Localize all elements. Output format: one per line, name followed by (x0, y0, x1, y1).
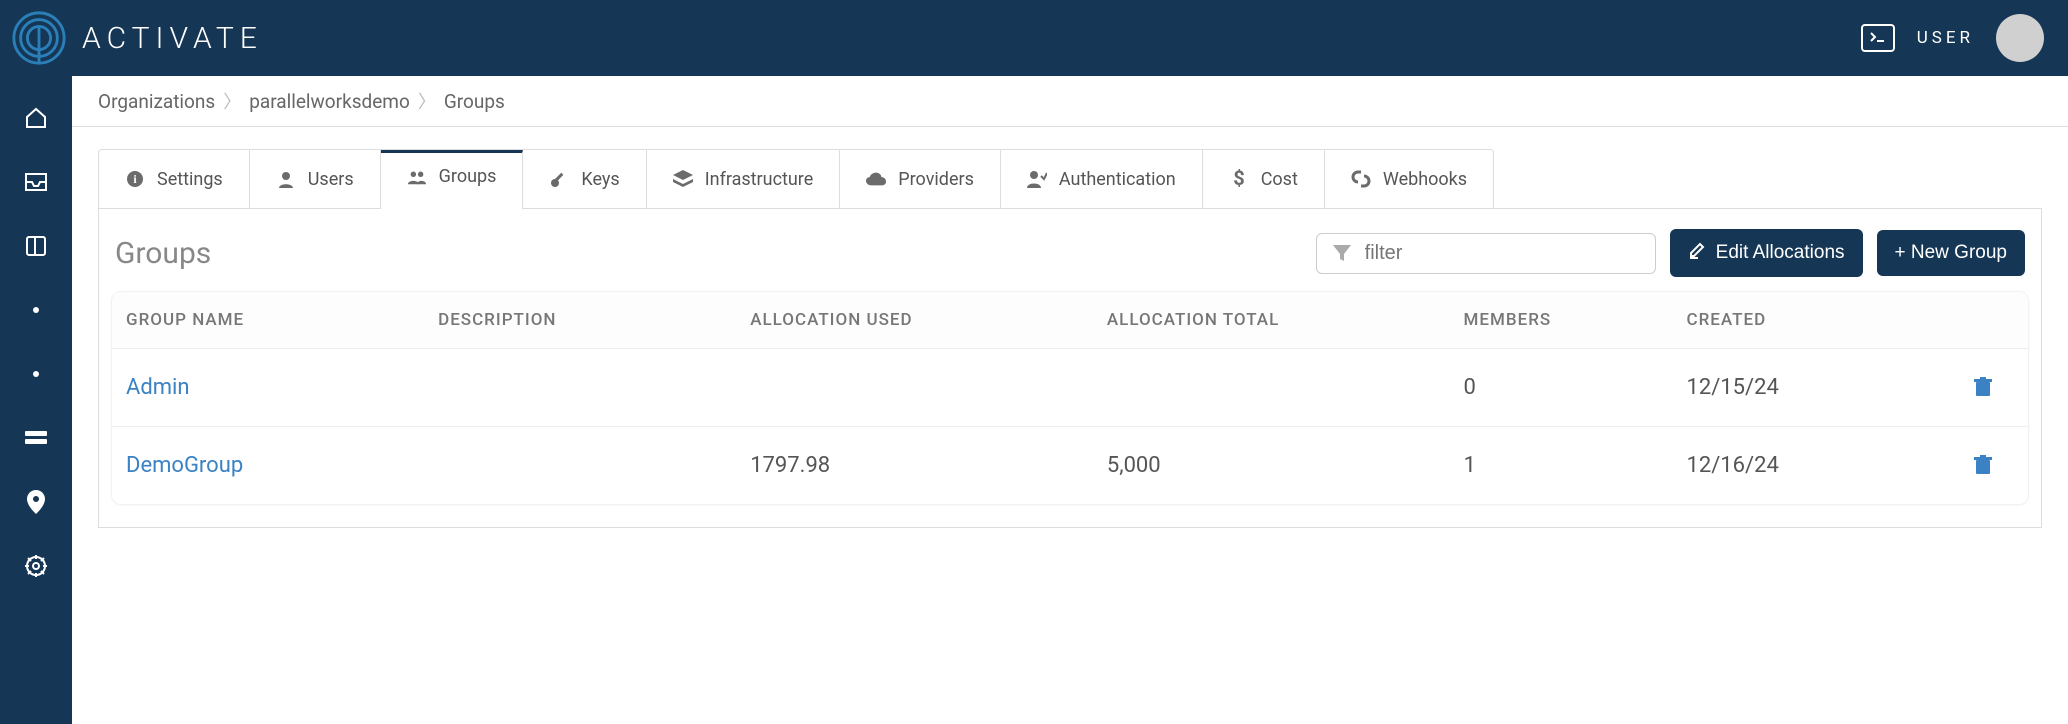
tab-groups[interactable]: Groups (381, 150, 524, 209)
table-header: GROUP NAME DESCRIPTION ALLOCATION USED A… (112, 292, 2028, 348)
user-label: USER (1917, 28, 1974, 48)
cell-members: 1 (1464, 453, 1687, 478)
sidebar (0, 76, 72, 724)
topbar-right: USER (1861, 14, 2044, 62)
link-icon (1351, 169, 1371, 189)
group-link[interactable]: Admin (126, 375, 190, 400)
groups-panel: Groups Edit Allocations (98, 208, 2042, 528)
edit-allocations-button[interactable]: Edit Allocations (1670, 229, 1863, 277)
tab-label: Providers (898, 169, 974, 190)
button-label: + New Group (1895, 242, 2007, 264)
new-group-button[interactable]: + New Group (1877, 230, 2025, 276)
storage-icon[interactable] (24, 426, 48, 450)
tab-label: Settings (157, 169, 223, 190)
tab-webhooks[interactable]: Webhooks (1325, 150, 1493, 208)
cell-alloc-total: 5,000 (1107, 453, 1464, 478)
th-alloc-used: ALLOCATION USED (750, 310, 1107, 330)
info-icon: i (125, 169, 145, 189)
panel-actions: Edit Allocations + New Group (1316, 229, 2025, 277)
avatar[interactable] (1996, 14, 2044, 62)
breadcrumb-organizations[interactable]: Organizations (98, 90, 215, 113)
layers-icon (673, 169, 693, 189)
th-created: CREATED (1686, 310, 1954, 330)
main: Organizations 〉 parallelworksdemo 〉 Grou… (72, 76, 2068, 724)
tab-label: Infrastructure (705, 169, 814, 190)
terminal-button[interactable] (1861, 24, 1895, 52)
tab-authentication[interactable]: Authentication (1001, 150, 1203, 208)
cell-created: 12/15/24 (1686, 375, 1954, 400)
tab-label: Users (308, 169, 354, 190)
cell-members: 0 (1464, 375, 1687, 400)
inbox-icon[interactable] (24, 170, 48, 194)
chevron-right-icon: 〉 (418, 88, 436, 114)
th-description: DESCRIPTION (438, 310, 750, 330)
table-row: DemoGroup 1797.98 5,000 1 12/16/24 (112, 426, 2028, 504)
table-row: Admin 0 12/15/24 (112, 348, 2028, 426)
panel-header: Groups Edit Allocations (111, 229, 2029, 291)
tab-settings[interactable]: i Settings (99, 150, 250, 208)
brand-name: ACTIVATE (82, 21, 263, 56)
panel-title: Groups (115, 236, 211, 271)
cloud-icon (866, 169, 886, 189)
tab-label: Cost (1261, 169, 1298, 190)
filter-input[interactable] (1365, 242, 1641, 265)
panel-icon[interactable] (24, 234, 48, 258)
tabs: i Settings Users Groups Keys Infra (98, 149, 1494, 209)
button-label: Edit Allocations (1716, 242, 1845, 264)
terminal-icon (1870, 31, 1886, 46)
cell-alloc-used: 1797.98 (750, 453, 1107, 478)
tab-label: Keys (581, 169, 619, 190)
breadcrumb-org-name[interactable]: parallelworksdemo (249, 90, 410, 113)
breadcrumb-groups[interactable]: Groups (444, 90, 505, 113)
dollar-icon: $ (1229, 169, 1249, 189)
groups-table: GROUP NAME DESCRIPTION ALLOCATION USED A… (111, 291, 2029, 505)
brand: ACTIVATE (10, 9, 263, 67)
tab-cost[interactable]: $ Cost (1203, 150, 1325, 208)
cell-created: 12/16/24 (1686, 453, 1954, 478)
location-icon[interactable] (24, 490, 48, 514)
svg-text:$: $ (1233, 169, 1244, 189)
breadcrumb: Organizations 〉 parallelworksdemo 〉 Grou… (72, 76, 2068, 127)
tab-users[interactable]: Users (250, 150, 381, 208)
delete-button[interactable] (1974, 455, 1994, 477)
th-members: MEMBERS (1464, 310, 1687, 330)
user-icon (276, 169, 296, 189)
th-name: GROUP NAME (126, 310, 438, 330)
tab-keys[interactable]: Keys (523, 150, 646, 208)
key-icon (549, 169, 569, 189)
tab-providers[interactable]: Providers (840, 150, 1001, 208)
sidebar-dot-1[interactable] (24, 298, 48, 322)
delete-button[interactable] (1974, 377, 1994, 399)
tab-label: Webhooks (1383, 169, 1467, 190)
th-alloc-total: ALLOCATION TOTAL (1107, 310, 1464, 330)
brand-logo-icon (10, 9, 68, 67)
tab-label: Authentication (1059, 169, 1176, 190)
chevron-right-icon: 〉 (223, 88, 241, 114)
filter-field[interactable] (1316, 233, 1656, 274)
filter-icon (1331, 242, 1353, 264)
group-icon (407, 167, 427, 187)
topbar: ACTIVATE USER (0, 0, 2068, 76)
home-icon[interactable] (24, 106, 48, 130)
sidebar-dot-2[interactable] (24, 362, 48, 386)
tab-infrastructure[interactable]: Infrastructure (647, 150, 841, 208)
helm-icon[interactable] (24, 554, 48, 578)
edit-icon (1688, 241, 1706, 265)
tab-label: Groups (439, 166, 497, 187)
auth-icon (1027, 169, 1047, 189)
group-link[interactable]: DemoGroup (126, 453, 243, 478)
